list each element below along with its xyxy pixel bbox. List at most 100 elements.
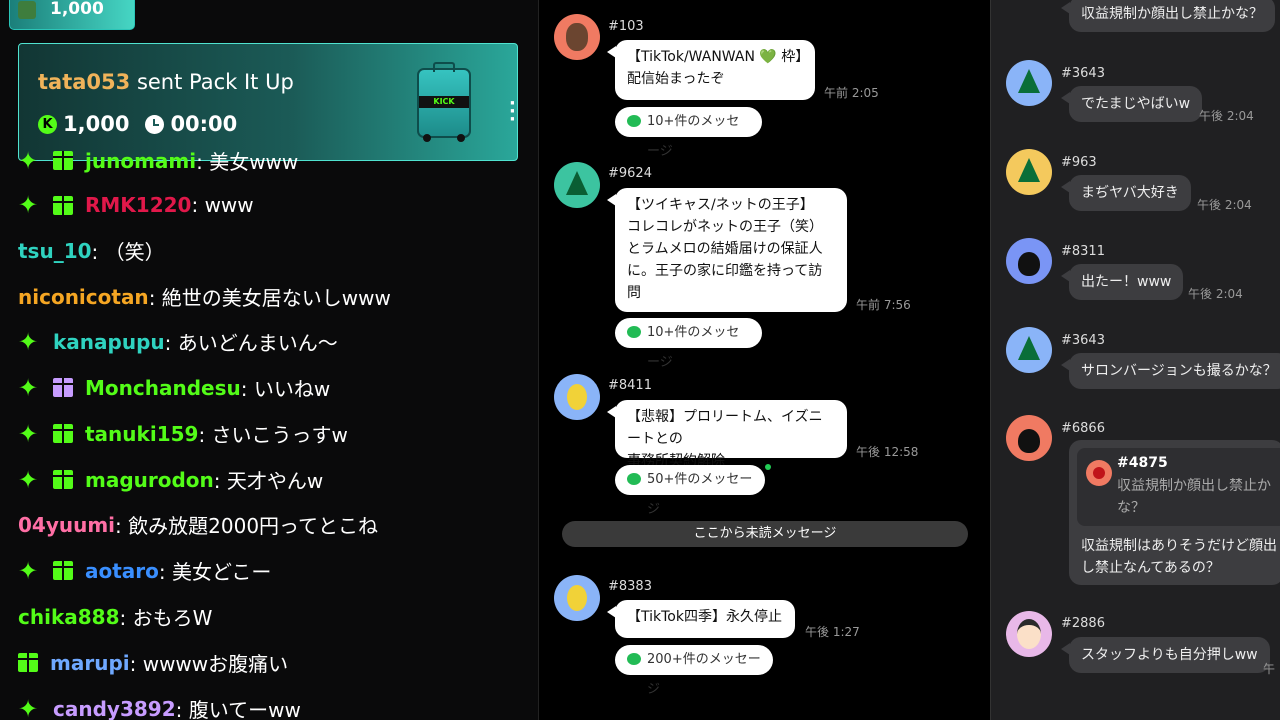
gift-badge-icon <box>18 653 38 672</box>
chat-text: : 天才やんw <box>213 469 324 493</box>
chat-username[interactable]: 04yuumi <box>18 513 115 537</box>
gift-badge-icon <box>53 470 73 489</box>
suitcase-gift-icon: KICK <box>417 62 471 142</box>
chat-text: : 美女どこー <box>158 560 272 584</box>
avatar[interactable] <box>1006 415 1052 461</box>
badge-star-icon: ✦ <box>18 465 39 494</box>
clock-icon <box>145 114 165 134</box>
suitcase-handle <box>433 62 455 72</box>
message-bubble[interactable]: サロンバージョンも撮るかな？ <box>1061 353 1280 389</box>
chat-message: tsu_10: （笑） <box>18 236 165 265</box>
chat-username[interactable]: candy3892 <box>53 697 176 720</box>
chat-text: : 絶世の美女居ないしwww <box>148 286 391 310</box>
chat-username[interactable]: chika888 <box>18 605 120 629</box>
message-line: 問 <box>627 285 641 301</box>
chat-message: ✦ aotaro: 美女どこー <box>18 556 271 585</box>
avatar[interactable] <box>1006 327 1052 373</box>
chat-message: ✦ magurodon: 天才やんw <box>18 465 323 494</box>
thread-panel: 収益規制か顔出し禁止かな？ #3643 でたまじやばいw 午後 2:04 #963 まぢ… <box>990 0 1280 720</box>
gift-badge-icon <box>53 561 73 580</box>
message-bubble[interactable]: でたまじやばいw <box>1060 86 1203 122</box>
avatar[interactable] <box>1006 238 1052 284</box>
message-time: 午後 2:04 <box>1188 287 1243 301</box>
message-bubble[interactable]: スタッフよりも自分押しww <box>1061 637 1270 673</box>
chat-username[interactable]: tanuki159 <box>85 422 198 446</box>
message-bubble[interactable]: 出たー！www <box>1060 264 1184 300</box>
message-time: 午後 2:04 <box>1199 109 1254 123</box>
badge-star-icon: ✦ <box>18 373 39 402</box>
chat-username[interactable]: magurodon <box>85 468 214 492</box>
message-line: 【ツイキャス/ネットの王子】 <box>627 197 814 213</box>
gift-badge-icon <box>53 424 73 443</box>
unread-divider: ここから未読メッセージ <box>562 521 968 547</box>
chat-message: 04yuumi: 飲み放題2000円ってとこね <box>18 510 378 539</box>
chat-username[interactable]: marupi <box>50 651 130 675</box>
chat-text: : さいこうっすw <box>198 423 348 447</box>
more-messages-button[interactable]: 10+件のメッセージ <box>615 318 762 370</box>
pinned-gift-amount: 1,000 <box>50 0 104 19</box>
gift-kicks-amount: 1,000 <box>63 112 130 136</box>
message-bubble[interactable]: 【TikTok/WANWAN 💚 枠】 配信始まったぞ <box>607 40 815 100</box>
poster-number: #9624 <box>608 166 652 181</box>
chat-message: ✦ Monchandesu: いいねw <box>18 373 330 402</box>
quoted-text: 収益規制か顔出し禁止かな？ <box>1117 478 1271 516</box>
chat-text: : あいどんまいん〜 <box>164 331 338 355</box>
more-options-icon[interactable]: · · · <box>509 95 516 129</box>
badge-star-icon: ✦ <box>18 419 39 448</box>
avatar[interactable] <box>554 162 600 208</box>
chat-username[interactable]: junomami <box>85 149 196 173</box>
message-bubble[interactable]: 【ツイキャス/ネットの王子】 コレコレがネットの王子（笑） とラムメロの結婚届けの保… <box>607 188 847 312</box>
poster-number: #8311 <box>1061 244 1105 259</box>
avatar[interactable] <box>1006 611 1052 657</box>
chat-username[interactable]: niconicotan <box>18 285 149 309</box>
chat-text: : www <box>191 193 254 217</box>
message-line: に。王子の家に印鑑を持って訪 <box>627 263 823 279</box>
avatar[interactable] <box>554 575 600 621</box>
more-messages-button[interactable]: 50+件のメッセージ <box>615 465 765 517</box>
message-line: 【TikTok/WANWAN 💚 枠】 <box>627 49 810 65</box>
chat-text: : 美女www <box>196 150 299 174</box>
chat-username[interactable]: Monchandesu <box>85 376 241 400</box>
quoted-message[interactable]: #4875 収益規制か顔出し禁止かな？ <box>1077 448 1280 526</box>
gift-sender[interactable]: tata053 <box>38 70 130 94</box>
message-time: 午前 2:05 <box>824 86 879 100</box>
chat-message: ✦ junomami: 美女www <box>18 146 298 175</box>
message-bubble[interactable]: 【悲報】プロリートム、イズニートとの 事務所契約解除 <box>607 400 847 469</box>
chat-text: : （笑） <box>91 240 165 264</box>
poster-number: #8383 <box>608 579 652 594</box>
more-messages-button[interactable]: 200+件のメッセージ <box>615 645 773 697</box>
message-time: 午後 12:58 <box>856 445 919 459</box>
message-time: 午 <box>1263 662 1276 676</box>
badge-star-icon: ✦ <box>18 556 39 585</box>
reply-bubble[interactable]: #4875 収益規制か顔出し禁止かな？ 収益規制はありそうだけど顔出し禁止なんて… <box>1069 440 1280 585</box>
chat-message: chika888: おもろW <box>18 602 212 631</box>
gift-alert-card: tata053 sent Pack It Up K 1,000 00:00 KI… <box>18 43 518 161</box>
message-bubble[interactable]: まぢヤバ大好き <box>1061 175 1191 211</box>
badge-star-icon: ✦ <box>18 191 39 219</box>
avatar[interactable] <box>554 374 600 420</box>
chat-text: : 腹いてーww <box>175 698 301 720</box>
pinned-gift-chip[interactable]: 1,000 <box>9 0 135 30</box>
message-bubble[interactable]: 収益規制か顔出し禁止かな？ <box>1061 0 1275 32</box>
badge-star-icon: ✦ <box>18 146 39 175</box>
poster-number: #103 <box>608 19 644 34</box>
chat-username[interactable]: RMK1220 <box>85 193 191 217</box>
poster-number: #6866 <box>1061 421 1105 436</box>
avatar[interactable] <box>1006 149 1052 195</box>
message-line: 配信始まったぞ <box>627 71 725 87</box>
more-messages-button[interactable]: 10+件のメッセージ <box>615 107 762 159</box>
chat-text: : 飲み放題2000円ってとこね <box>115 514 379 538</box>
gift-alert-details: K 1,000 00:00 <box>38 112 237 136</box>
chat-message: ✦ RMK1220: www <box>18 191 254 219</box>
kicks-icon: K <box>38 114 57 134</box>
chat-username[interactable]: tsu_10 <box>18 239 92 263</box>
chat-username[interactable]: aotaro <box>85 559 159 583</box>
message-line: 【TikTok四季】永久停止 <box>627 609 782 625</box>
message-time: 午後 2:04 <box>1197 198 1252 212</box>
chat-message: ✦ tanuki159: さいこうっすw <box>18 419 348 448</box>
chat-username[interactable]: kanapupu <box>53 330 165 354</box>
wheel-icon <box>423 134 431 142</box>
avatar[interactable] <box>1006 60 1052 106</box>
message-bubble[interactable]: 【TikTok四季】永久停止 <box>607 600 795 638</box>
avatar[interactable] <box>554 14 600 60</box>
